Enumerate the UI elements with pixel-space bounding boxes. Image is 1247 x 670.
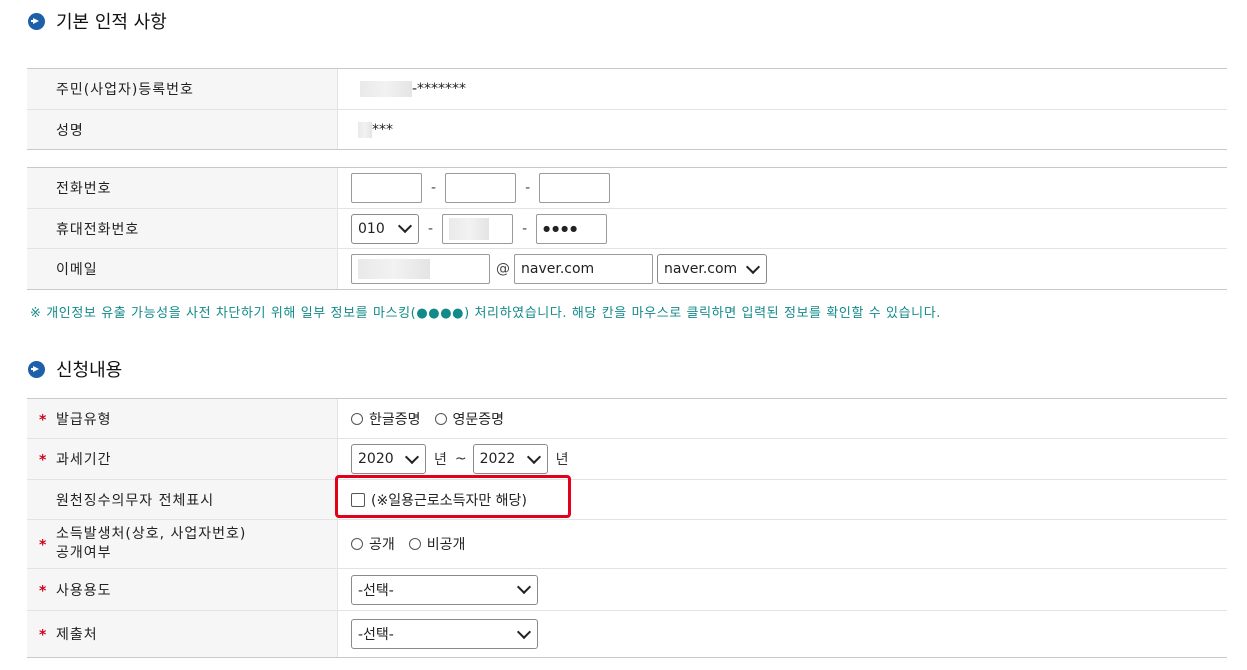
tax-period-label: 과세기간 (27, 439, 338, 479)
chevron-down-icon (404, 449, 420, 464)
withholding-label: 원천징수의무자 전체표시 (27, 480, 338, 519)
email-domain-select-value: naver.com (664, 261, 738, 277)
phone-input-1[interactable] (351, 173, 422, 203)
email-domain-input[interactable]: naver.com (514, 254, 653, 284)
masked-blur (358, 259, 430, 279)
mobile-inputs: 010 - - ●●●● (338, 209, 1227, 248)
rrn-value: -******* (338, 69, 1227, 109)
radio-english[interactable]: 영문증명 (434, 409, 505, 429)
section-title-application: 신청내용 (28, 357, 122, 381)
tilde: ~ (454, 451, 467, 467)
dash: - (525, 180, 531, 196)
year-unit: 년 (555, 452, 569, 468)
radio-label: 한글증명 (369, 411, 421, 428)
radio-circle-icon[interactable] (351, 538, 363, 550)
section-title-basic-info: 기본 인적 사항 (28, 9, 167, 33)
chevron-down-icon (516, 624, 532, 639)
row-usage: 사용용도 -선택- (27, 569, 1227, 611)
radio-label: 공개 (369, 537, 395, 553)
chevron-down-icon (745, 259, 761, 274)
mobile-label: 휴대전화번호 (27, 209, 338, 248)
year-to-select[interactable]: 2022 (472, 444, 548, 474)
masked-blur (358, 121, 372, 138)
tax-period-selects: 2020 년 ~ 2022 년 (338, 439, 1227, 479)
basic-info-table: 주민(사업자)등록번호 -******* 성명 *** (27, 68, 1227, 150)
phone-input-2[interactable] (445, 173, 517, 203)
name-label: 성명 (27, 110, 338, 149)
dash: - (428, 220, 434, 237)
radio-private[interactable]: 비공개 (408, 534, 466, 554)
arrow-circle-icon (28, 12, 45, 30)
year-from-select[interactable]: 2020 (351, 444, 426, 474)
radio-public[interactable]: 공개 (351, 534, 395, 554)
name-value: *** (338, 110, 1227, 149)
email-inputs: @ naver.com naver.com (338, 249, 1227, 289)
mobile-last-masked: ●●●● (543, 224, 580, 233)
row-tax-period: 과세기간 2020 년 ~ 2022 년 (27, 439, 1227, 480)
mobile-prefix-value: 010 (358, 220, 385, 237)
radio-circle-icon[interactable] (408, 538, 421, 550)
year-unit: 년 (434, 452, 447, 468)
disclosure-options: 공개 비공개 (338, 520, 1227, 568)
radio-label: 영문증명 (452, 411, 505, 428)
dash: - (431, 180, 437, 196)
highlight-box (335, 475, 571, 518)
row-submit-to: 제출처 -선택- (27, 611, 1227, 657)
chevron-down-icon (526, 449, 541, 464)
application-table: 발급유형 한글증명 영문증명 과세기간 2020 년 ~ 2022 (27, 398, 1227, 658)
submit-to-select-cell: -선택- (338, 611, 1227, 657)
email-id-input[interactable] (351, 254, 490, 284)
row-issue-type: 발급유형 한글증명 영문증명 (27, 399, 1227, 439)
row-name: 성명 *** (27, 110, 1227, 149)
submit-to-select[interactable]: -선택- (351, 619, 538, 649)
section-title-text: 기본 인적 사항 (56, 12, 167, 33)
section-title-text: 신청내용 (56, 360, 123, 381)
income-source-label-line2: 공개여부 (56, 545, 112, 561)
income-source-label: 소득발생처(상호, 사업자번호) 공개여부 (27, 520, 338, 568)
rrn-label: 주민(사업자)등록번호 (27, 69, 338, 109)
submit-to-label: 제출처 (27, 611, 338, 657)
radio-circle-icon[interactable] (351, 412, 363, 425)
row-email: 이메일 @ naver.com naver.com (27, 249, 1227, 289)
issue-type-options: 한글증명 영문증명 (338, 399, 1227, 438)
mobile-middle-input[interactable] (442, 213, 514, 244)
income-source-label-line1: 소득발생처(상호, 사업자번호) (56, 526, 247, 542)
row-income-source: 소득발생처(상호, 사업자번호) 공개여부 공개 비공개 (27, 520, 1227, 569)
radio-label: 비공개 (426, 537, 466, 553)
row-phone: 전화번호 - - (27, 168, 1227, 209)
mobile-prefix-select[interactable]: 010 (351, 213, 419, 244)
phone-input-3[interactable] (539, 173, 611, 203)
usage-label: 사용용도 (27, 569, 338, 610)
radio-korean[interactable]: 한글증명 (351, 409, 421, 429)
name-masked-text: *** (372, 121, 393, 138)
email-domain-select[interactable]: naver.com (657, 254, 767, 284)
row-withholding: 원천징수의무자 전체표시 (※일용근로소득자만 해당) (27, 480, 1227, 520)
radio-circle-icon[interactable] (434, 412, 447, 425)
year-to-value: 2022 (479, 451, 516, 467)
submit-to-select-value: -선택- (358, 627, 394, 643)
masking-notice: ※ 개인정보 유출 가능성을 사전 차단하기 위해 일부 정보를 마스킹(●●●… (30, 306, 942, 321)
arrow-circle-icon (28, 360, 45, 378)
email-label: 이메일 (27, 249, 338, 289)
row-rrn: 주민(사업자)등록번호 -******* (27, 69, 1227, 110)
masked-blur (360, 81, 412, 97)
mobile-last-input[interactable]: ●●●● (536, 213, 608, 244)
issue-type-label: 발급유형 (27, 399, 338, 438)
phone-label: 전화번호 (27, 168, 338, 208)
dash: - (522, 220, 528, 237)
usage-select-cell: -선택- (338, 569, 1227, 610)
year-from-value: 2020 (358, 451, 394, 467)
contact-table: 전화번호 - - 휴대전화번호 010 - - ●●●● 이메일 @ naver… (27, 167, 1227, 290)
masked-blur (449, 217, 490, 240)
rrn-masked-text: -******* (412, 81, 467, 97)
chevron-down-icon (397, 218, 413, 234)
row-mobile: 휴대전화번호 010 - - ●●●● (27, 209, 1227, 249)
chevron-down-icon (516, 579, 532, 595)
phone-inputs: - - (338, 168, 1227, 208)
email-domain-value: naver.com (521, 261, 595, 277)
usage-select-value: -선택- (358, 582, 394, 599)
usage-select[interactable]: -선택- (351, 574, 538, 605)
email-at: @ (496, 261, 510, 277)
